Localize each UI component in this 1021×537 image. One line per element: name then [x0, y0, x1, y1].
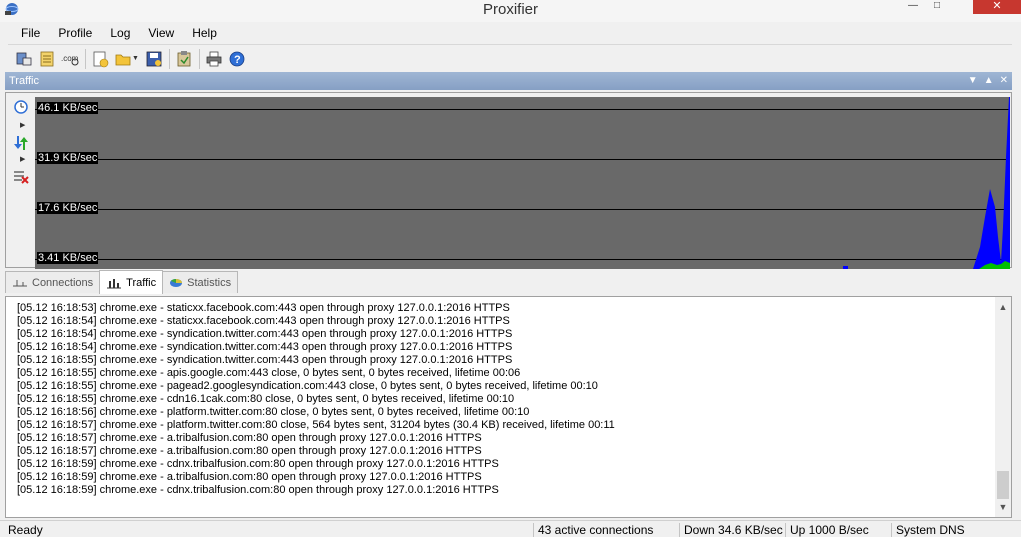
save-icon: [146, 51, 162, 66]
status-dns: System DNS: [891, 523, 965, 537]
proxy-servers-button[interactable]: [13, 48, 35, 70]
traffic-graph: 46.1 KB/sec 31.9 KB/sec 17.6 KB/sec 3.41…: [35, 97, 1010, 269]
dns-icon: .com: [61, 54, 79, 65]
log-line: [05.12 16:18:54] chrome.exe - staticxx.f…: [17, 315, 510, 327]
pie-chart-icon: [170, 278, 183, 287]
speed-dropdown-arrow[interactable]: ▶: [20, 121, 25, 129]
new-profile-icon: [93, 51, 109, 67]
folder-icon: [115, 54, 131, 65]
tab-traffic[interactable]: Traffic: [99, 270, 164, 294]
bottom-tabs: Connections Traffic Statistics: [5, 270, 239, 295]
advanced-button[interactable]: [173, 48, 195, 70]
log-line: [05.12 16:18:57] chrome.exe - platform.t…: [17, 419, 615, 431]
log-line: [05.12 16:18:54] chrome.exe - syndicatio…: [17, 341, 513, 353]
svg-text:.com: .com: [61, 54, 79, 63]
open-profile-dropdown-arrow[interactable]: ▼: [132, 55, 139, 62]
status-down-speed: Down 34.6 KB/sec: [679, 523, 783, 537]
tab-label: Traffic: [126, 276, 157, 289]
scroll-up-arrow-icon[interactable]: ▲: [995, 299, 1011, 315]
status-bar: Ready 43 active connections Down 34.6 KB…: [0, 520, 1021, 537]
scroll-down-arrow-icon[interactable]: ▼: [995, 499, 1011, 515]
menu-profile[interactable]: Profile: [49, 26, 101, 40]
traffic-bars-icon: [107, 278, 122, 288]
proxy-servers-icon: [16, 52, 32, 65]
log-line: [05.12 16:18:59] chrome.exe - cdnx.triba…: [17, 458, 499, 470]
traffic-plot: [843, 97, 1010, 269]
new-profile-button[interactable]: [89, 48, 111, 70]
log-line: [05.12 16:18:54] chrome.exe - syndicatio…: [17, 328, 513, 340]
panel-title: Traffic: [9, 75, 39, 87]
log-list: [05.12 16:18:53] chrome.exe - staticxx.f…: [17, 302, 987, 497]
status-up-speed: Up 1000 B/sec: [785, 523, 869, 537]
title-bar: Proxifier — □ ✕: [0, 0, 1021, 22]
tab-statistics[interactable]: Statistics: [162, 271, 239, 293]
menu-file[interactable]: File: [12, 26, 49, 40]
printer-icon: [206, 51, 222, 66]
up-down-arrows-icon[interactable]: [12, 135, 30, 151]
rules-icon: [40, 51, 54, 66]
proxification-rules-button[interactable]: [36, 48, 58, 70]
clear-graph-icon[interactable]: [12, 169, 30, 185]
svg-text:?: ?: [234, 54, 241, 66]
log-line: [05.12 16:18:55] chrome.exe - pagead2.go…: [17, 380, 598, 392]
maximize-button[interactable]: □: [925, 0, 949, 14]
log-line: [05.12 16:18:55] chrome.exe - cdn16.1cak…: [17, 393, 515, 405]
log-line: [05.12 16:18:59] chrome.exe - cdnx.triba…: [17, 484, 499, 496]
traffic-panel-header: Traffic ▼ ▲ ✕: [5, 72, 1012, 90]
toolbar-separator: [168, 48, 170, 69]
download-traffic-area: [973, 97, 1010, 269]
toolbar-separator: [198, 48, 200, 69]
tab-label: Statistics: [187, 276, 232, 289]
save-profile-button[interactable]: [143, 48, 165, 70]
print-button[interactable]: [203, 48, 225, 70]
log-line: [05.12 16:18:55] chrome.exe - syndicatio…: [17, 354, 513, 366]
log-scrollbar[interactable]: ▲ ▼: [995, 297, 1011, 517]
tab-connections[interactable]: Connections: [5, 271, 101, 293]
toolbar-separator: [85, 48, 86, 69]
log-line: [05.12 16:18:53] chrome.exe - staticxx.f…: [17, 302, 510, 314]
window-title: Proxifier: [482, 1, 538, 18]
log-line: [05.12 16:18:55] chrome.exe - apis.googl…: [17, 367, 521, 379]
log-panel[interactable]: [05.12 16:18:53] chrome.exe - staticxx.f…: [5, 296, 1012, 518]
log-line: [05.12 16:18:57] chrome.exe - a.tribalfu…: [17, 432, 482, 444]
status-ready: Ready: [8, 523, 43, 537]
log-line: [05.12 16:18:56] chrome.exe - platform.t…: [17, 406, 530, 418]
tab-label: Connections: [32, 276, 94, 289]
minimize-button[interactable]: —: [901, 0, 925, 14]
name-resolution-button[interactable]: .com: [59, 48, 81, 70]
help-icon: ?: [229, 51, 245, 66]
help-button[interactable]: ?: [226, 48, 248, 70]
toolbar: .com ▼ ?: [8, 44, 1012, 72]
panel-menu-arrow-icon[interactable]: ▼: [968, 72, 978, 90]
menu-help[interactable]: Help: [183, 26, 226, 40]
menu-bar: File Profile Log View Help: [8, 22, 1012, 44]
menu-view[interactable]: View: [139, 26, 183, 40]
log-line: [05.12 16:18:59] chrome.exe - a.tribalfu…: [17, 471, 482, 483]
panel-pin-icon[interactable]: ▲: [984, 72, 994, 90]
scroll-thumb[interactable]: [997, 471, 1009, 499]
close-button[interactable]: ✕: [973, 0, 1021, 14]
panel-close-icon[interactable]: ✕: [1000, 72, 1008, 90]
status-connections: 43 active connections: [533, 523, 653, 537]
log-line: [05.12 16:18:57] chrome.exe - a.tribalfu…: [17, 445, 482, 457]
connections-icon: [13, 279, 27, 286]
menu-log[interactable]: Log: [101, 26, 139, 40]
open-profile-button[interactable]: [112, 48, 134, 70]
speed-clock-icon[interactable]: [12, 99, 30, 115]
graph-side-toolbar: ▶ ▶: [6, 93, 34, 267]
traffic-graph-panel: ▶ ▶ 46.1 KB/sec 31.9 KB/sec 17.6 KB/sec …: [5, 92, 1012, 269]
download-traffic-blip: [843, 266, 848, 269]
clipboard-icon: [177, 50, 191, 66]
direction-dropdown-arrow[interactable]: ▶: [20, 155, 25, 163]
